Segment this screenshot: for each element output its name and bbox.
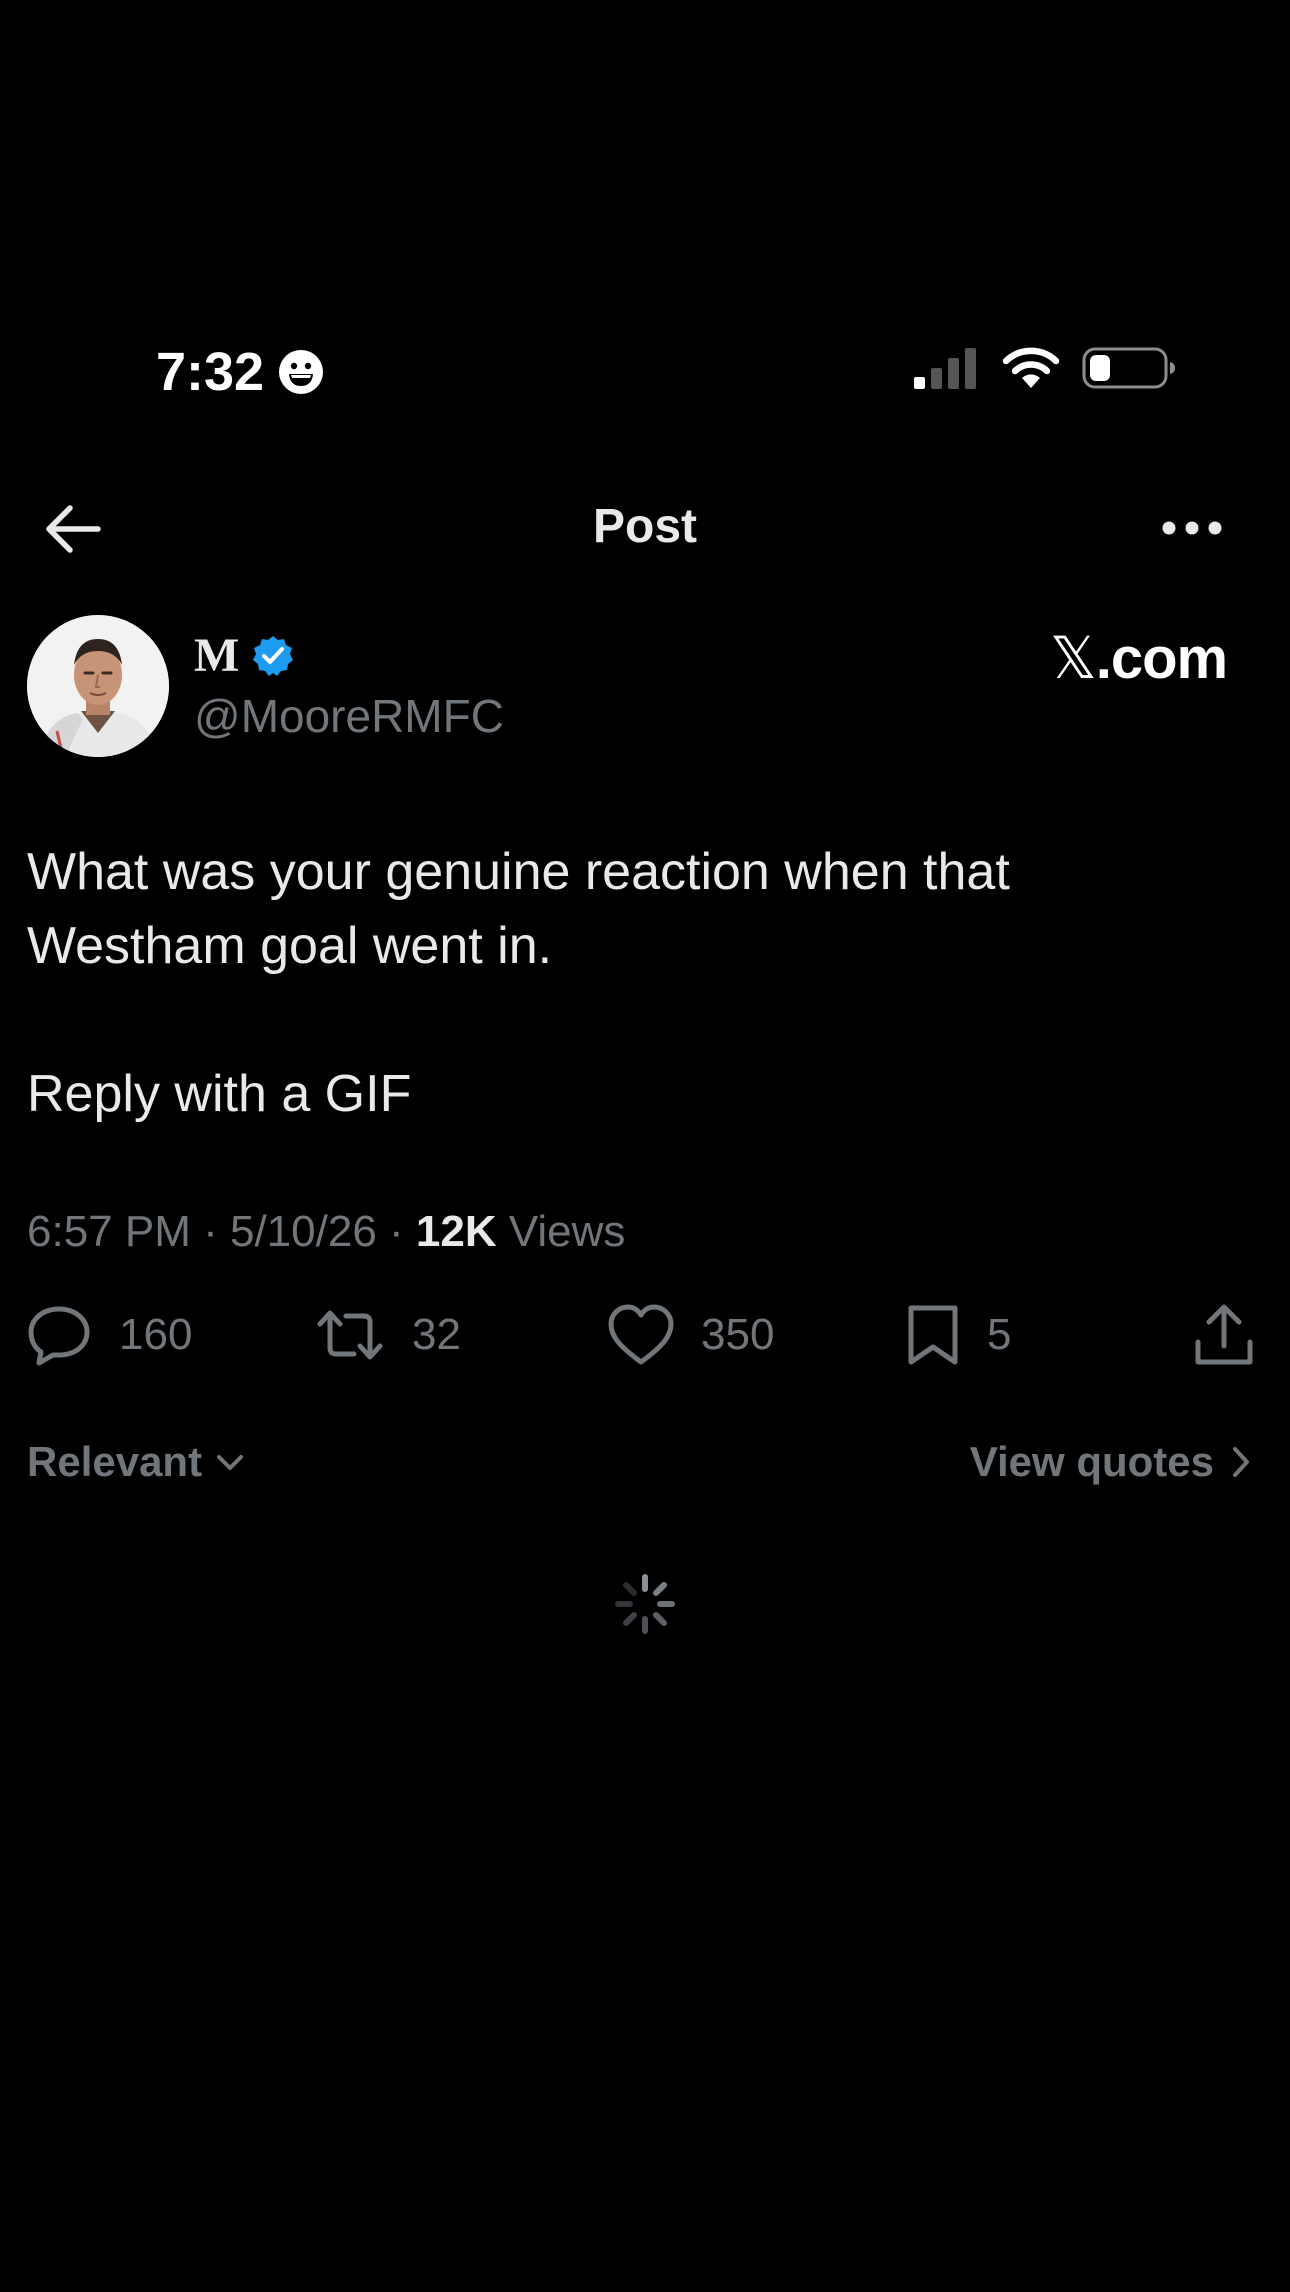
post-line: Westham goal went in. (27, 917, 553, 975)
grinning-face-icon (279, 350, 324, 394)
like-button[interactable]: 350 (607, 1302, 774, 1368)
post-line: What was your genuine reaction when that (27, 843, 1010, 901)
loading-spinner-icon (615, 1574, 675, 1634)
reply-icon (28, 1306, 90, 1366)
reply-count: 160 (119, 1310, 193, 1359)
share-button[interactable] (1193, 1302, 1255, 1368)
post-text: What was your genuine reaction when that… (27, 835, 1257, 1131)
like-count: 350 (701, 1310, 775, 1359)
wifi-icon (1002, 347, 1060, 388)
reply-button[interactable]: 160 (27, 1302, 192, 1368)
repost-icon (317, 1310, 383, 1360)
author-display-name: M (194, 629, 240, 682)
bookmark-count: 5 (987, 1310, 1012, 1359)
status-time: 7:32 (156, 340, 324, 404)
author-handle[interactable]: @MooreRMFC (194, 688, 504, 744)
battery-low-icon (1082, 347, 1175, 389)
avatar-image (27, 615, 169, 757)
repost-count: 32 (412, 1310, 461, 1359)
xcom-domain: .com (1095, 626, 1228, 691)
view-quotes-link[interactable]: View quotes (970, 1432, 1252, 1492)
page-title: Post (592, 500, 697, 553)
status-icons (912, 346, 1176, 390)
heart-icon (608, 1304, 674, 1365)
post-meta: 6:57 PM · 5/10/26 · 12K Views (27, 1202, 625, 1262)
xcom-watermark: 𝕏.com (1050, 624, 1228, 692)
sort-relevant-dropdown[interactable]: Relevant (27, 1432, 246, 1492)
chevron-right-icon (1233, 1447, 1249, 1477)
views-count: 12K (415, 1207, 497, 1256)
post-date[interactable]: 5/10/26 (230, 1207, 377, 1256)
views-label: Views (496, 1207, 626, 1256)
meta-separator: · (376, 1207, 416, 1256)
avatar[interactable] (27, 615, 169, 757)
post-line: Reply with a GIF (27, 1065, 412, 1123)
x-logo: 𝕏 (1050, 624, 1097, 692)
cellular-signal-icon (914, 348, 976, 389)
bookmark-button[interactable]: 5 (905, 1302, 1011, 1368)
chevron-down-icon (217, 1455, 244, 1470)
status-time-text: 7:32 (156, 342, 265, 402)
sort-label: Relevant (27, 1438, 203, 1485)
more-horizontal-icon[interactable] (1160, 506, 1224, 550)
repost-button[interactable]: 32 (314, 1302, 461, 1368)
share-icon (1195, 1304, 1253, 1365)
post-time[interactable]: 6:57 PM (27, 1207, 191, 1256)
verified-badge-icon (253, 636, 294, 676)
bookmark-icon (908, 1305, 958, 1365)
author-name[interactable]: M (194, 628, 295, 684)
meta-separator: · (190, 1207, 230, 1256)
view-quotes-label: View quotes (969, 1438, 1214, 1485)
